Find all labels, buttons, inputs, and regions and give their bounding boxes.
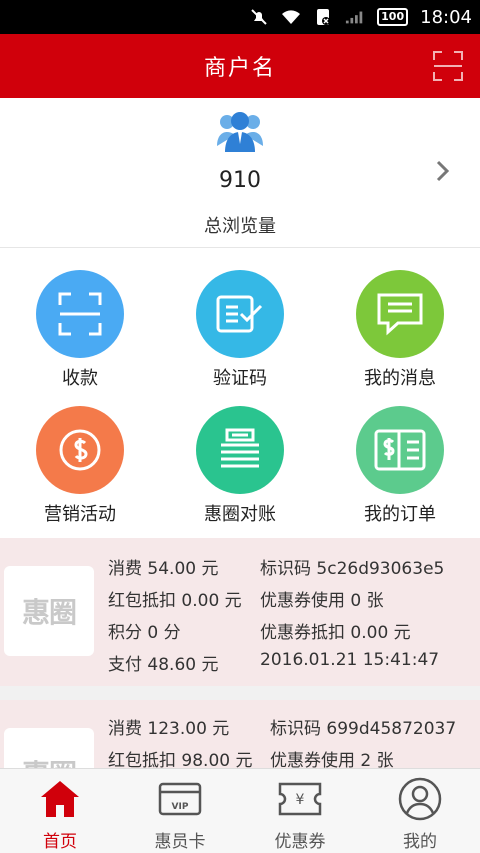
tab-vip-card[interactable]: VIP 惠员卡 — [120, 769, 240, 853]
tab-label: 首页 — [43, 832, 77, 852]
grid-item-reconcile[interactable]: 惠圈对账 — [160, 384, 320, 525]
bottom-tab-bar: 首页 VIP 惠员卡 ¥ 优惠券 我的 — [0, 768, 480, 853]
redpacket-deduct: 红包抵扣 98.00 元 — [108, 751, 253, 768]
chevron-right-icon — [436, 160, 450, 182]
redpacket-deduct: 红包抵扣 0.00 元 — [108, 591, 242, 611]
grid-item-collect[interactable]: 收款 — [0, 248, 160, 389]
tab-label: 惠员卡 — [154, 832, 206, 852]
message-icon — [356, 270, 444, 358]
profile-icon — [398, 777, 442, 821]
app-header: 商户名 — [0, 34, 480, 98]
battery-indicator: 100 — [377, 8, 409, 26]
view-count: 910 — [219, 168, 261, 193]
order-icon — [356, 406, 444, 494]
home-icon — [38, 777, 82, 821]
merchant-logo: 惠圈 — [4, 566, 94, 656]
ledger-icon — [196, 406, 284, 494]
identifier-code: 标识码 699d45872037 — [270, 719, 457, 739]
paid-amount: 支付 48.60 元 — [108, 655, 219, 675]
scan-icon — [36, 270, 124, 358]
wifi-icon — [281, 8, 301, 26]
list-item[interactable]: 惠圈 消费 54.00 元 标识码 5c26d93063e5 红包抵扣 0.00… — [0, 538, 480, 686]
tab-profile[interactable]: 我的 — [360, 769, 480, 853]
grid-label: 我的订单 — [364, 504, 436, 525]
coupon-used: 优惠券使用 2 张 — [270, 751, 394, 768]
tab-label: 优惠券 — [274, 832, 326, 852]
view-count-label: 总浏览量 — [204, 216, 276, 237]
points: 积分 0 分 — [108, 623, 181, 643]
tab-label: 我的 — [403, 832, 437, 852]
sim-icon — [313, 8, 333, 26]
tab-home[interactable]: 首页 — [0, 769, 120, 853]
scan-icon[interactable] — [432, 50, 464, 82]
coupon-icon: ¥ — [278, 777, 322, 821]
grid-item-verify[interactable]: 验证码 — [160, 248, 320, 389]
coin-icon — [36, 406, 124, 494]
signal-icon — [345, 8, 365, 26]
function-grid: 收款 验证码 我的消息 营销活动 惠圈对账 我的订单 — [0, 248, 480, 538]
clock: 18:04 — [420, 6, 472, 28]
vip-card-icon: VIP — [158, 777, 202, 821]
grid-label: 惠圈对账 — [204, 504, 276, 525]
svg-text:VIP: VIP — [172, 802, 189, 812]
grid-label: 营销活动 — [44, 504, 116, 525]
transaction-time: 2016.01.21 15:41:47 — [260, 650, 440, 670]
consume-amount: 消费 123.00 元 — [108, 719, 230, 739]
coupon-deduct: 优惠券抵扣 0.00 元 — [260, 623, 411, 643]
tab-coupons[interactable]: ¥ 优惠券 — [240, 769, 360, 853]
svg-text:¥: ¥ — [296, 792, 305, 808]
merchant-logo: 惠圈 — [4, 728, 94, 768]
list-item[interactable]: 惠圈 消费 123.00 元 标识码 699d45872037 红包抵扣 98.… — [0, 700, 480, 768]
grid-item-orders[interactable]: 我的订单 — [320, 384, 480, 525]
identifier-code: 标识码 5c26d93063e5 — [260, 559, 445, 579]
grid-item-messages[interactable]: 我的消息 — [320, 248, 480, 389]
transaction-list: 惠圈 消费 54.00 元 标识码 5c26d93063e5 红包抵扣 0.00… — [0, 538, 480, 768]
coupon-used: 优惠券使用 0 张 — [260, 591, 384, 611]
verify-icon — [196, 270, 284, 358]
page-title: 商户名 — [203, 56, 276, 81]
grid-item-marketing[interactable]: 营销活动 — [0, 384, 160, 525]
consume-amount: 消费 54.00 元 — [108, 559, 219, 579]
status-bar: 100 18:04 — [0, 0, 480, 34]
mute-icon — [249, 8, 269, 26]
users-icon — [215, 110, 265, 152]
views-summary[interactable]: 910 总浏览量 — [0, 98, 480, 248]
